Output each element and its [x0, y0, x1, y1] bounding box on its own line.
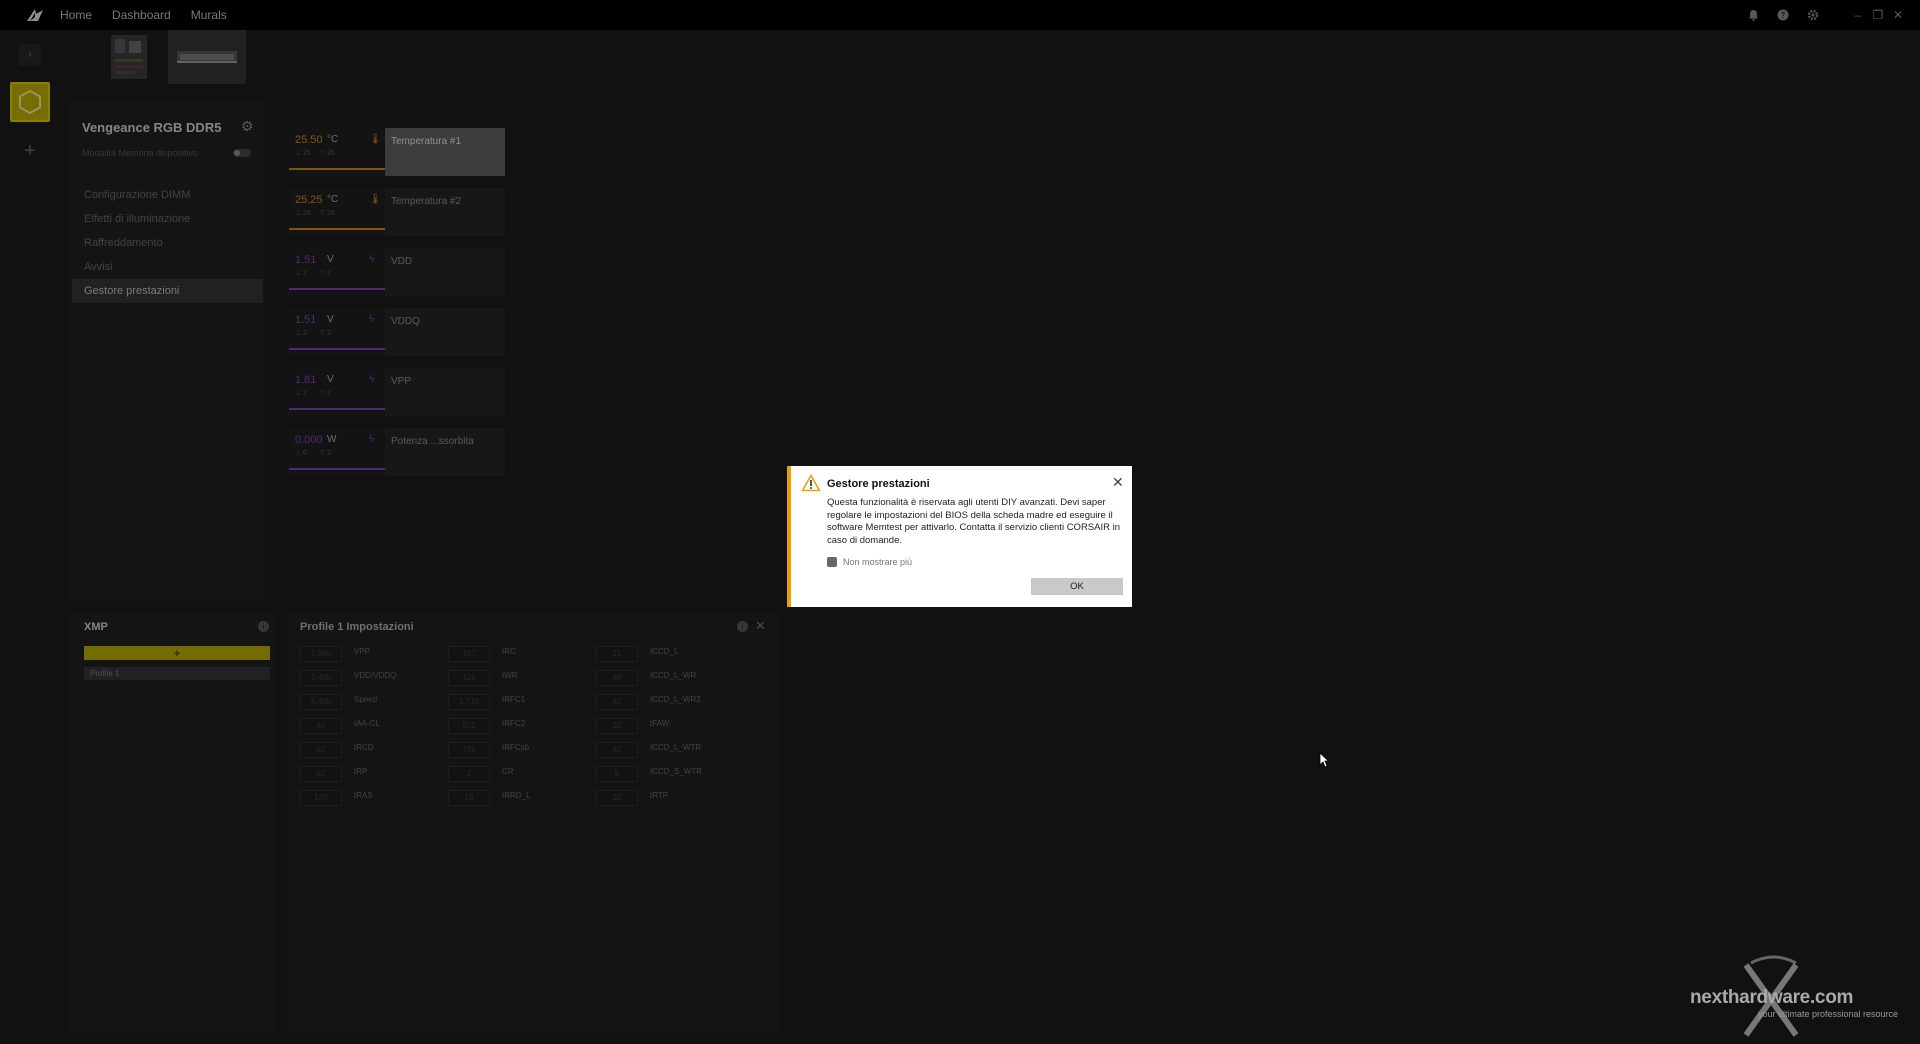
checkbox-label: Non mostrare più [843, 557, 913, 567]
watermark-brand: nexthardware.com [1690, 987, 1854, 1008]
watermark-tagline: your ultimate professional resource [1758, 1009, 1899, 1019]
dont-show-again-checkbox[interactable]: Non mostrare più [827, 557, 912, 567]
dialog-title: Gestore prestazioni [827, 478, 930, 490]
warning-icon [801, 474, 821, 497]
dialog-message: Questa funzionalità è riservata agli ute… [827, 497, 1121, 546]
ok-button[interactable]: OK [1031, 578, 1123, 595]
performance-manager-dialog: Gestore prestazioni ✕ Questa funzionalit… [787, 466, 1132, 607]
watermark: nexthardware.com your ultimate professio… [1690, 955, 1920, 1044]
dialog-close-icon[interactable]: ✕ [1112, 474, 1124, 491]
mouse-cursor-icon [1319, 752, 1330, 773]
checkbox-square[interactable] [827, 557, 837, 567]
